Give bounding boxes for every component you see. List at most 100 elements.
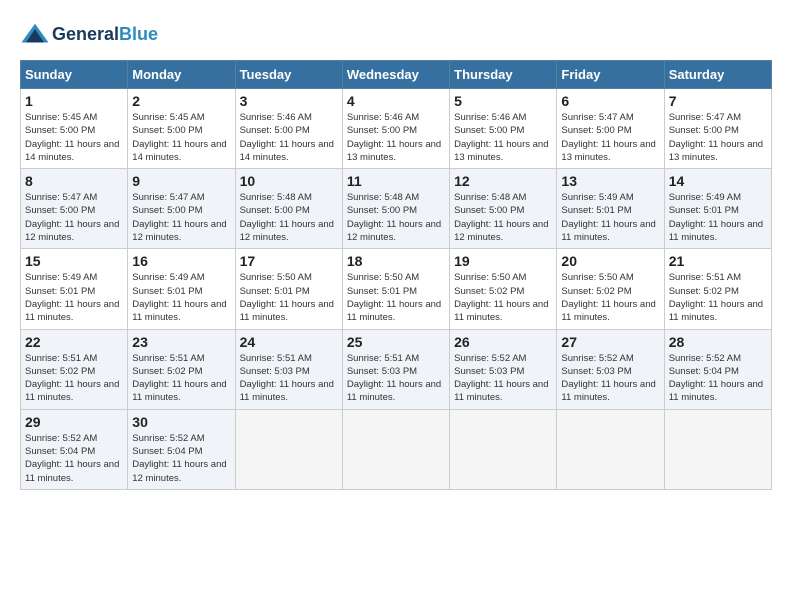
day-number: 20 [561,253,659,269]
weekday-header-saturday: Saturday [664,61,771,89]
calendar-cell [450,409,557,489]
day-number: 18 [347,253,445,269]
day-number: 15 [25,253,123,269]
calendar-cell: 22 Sunrise: 5:51 AMSunset: 5:02 PMDayligh… [21,329,128,409]
day-number: 30 [132,414,230,430]
calendar-cell: 21 Sunrise: 5:51 AMSunset: 5:02 PMDayligh… [664,249,771,329]
day-info: Sunrise: 5:48 AMSunset: 5:00 PMDaylight:… [240,191,338,244]
calendar-cell: 4 Sunrise: 5:46 AMSunset: 5:00 PMDaylight… [342,89,449,169]
day-number: 17 [240,253,338,269]
day-info: Sunrise: 5:51 AMSunset: 5:02 PMDaylight:… [669,271,767,324]
day-info: Sunrise: 5:49 AMSunset: 5:01 PMDaylight:… [25,271,123,324]
calendar-cell: 9 Sunrise: 5:47 AMSunset: 5:00 PMDaylight… [128,169,235,249]
day-info: Sunrise: 5:51 AMSunset: 5:03 PMDaylight:… [240,352,338,405]
day-info: Sunrise: 5:51 AMSunset: 5:03 PMDaylight:… [347,352,445,405]
day-info: Sunrise: 5:46 AMSunset: 5:00 PMDaylight:… [347,111,445,164]
day-info: Sunrise: 5:47 AMSunset: 5:00 PMDaylight:… [669,111,767,164]
calendar-cell: 19 Sunrise: 5:50 AMSunset: 5:02 PMDayligh… [450,249,557,329]
calendar-cell: 14 Sunrise: 5:49 AMSunset: 5:01 PMDayligh… [664,169,771,249]
day-info: Sunrise: 5:51 AMSunset: 5:02 PMDaylight:… [132,352,230,405]
calendar-cell: 28 Sunrise: 5:52 AMSunset: 5:04 PMDayligh… [664,329,771,409]
calendar-cell: 3 Sunrise: 5:46 AMSunset: 5:00 PMDaylight… [235,89,342,169]
day-number: 4 [347,93,445,109]
day-number: 10 [240,173,338,189]
calendar-cell: 29 Sunrise: 5:52 AMSunset: 5:04 PMDayligh… [21,409,128,489]
calendar-table: SundayMondayTuesdayWednesdayThursdayFrid… [20,60,772,490]
calendar-cell: 10 Sunrise: 5:48 AMSunset: 5:00 PMDayligh… [235,169,342,249]
day-number: 27 [561,334,659,350]
calendar-cell: 16 Sunrise: 5:49 AMSunset: 5:01 PMDayligh… [128,249,235,329]
calendar-cell: 8 Sunrise: 5:47 AMSunset: 5:00 PMDaylight… [21,169,128,249]
calendar-cell: 1 Sunrise: 5:45 AMSunset: 5:00 PMDaylight… [21,89,128,169]
day-info: Sunrise: 5:50 AMSunset: 5:01 PMDaylight:… [240,271,338,324]
day-info: Sunrise: 5:49 AMSunset: 5:01 PMDaylight:… [669,191,767,244]
day-info: Sunrise: 5:52 AMSunset: 5:04 PMDaylight:… [669,352,767,405]
calendar-cell: 30 Sunrise: 5:52 AMSunset: 5:04 PMDayligh… [128,409,235,489]
day-info: Sunrise: 5:52 AMSunset: 5:03 PMDaylight:… [454,352,552,405]
calendar-cell [664,409,771,489]
day-number: 29 [25,414,123,430]
day-number: 19 [454,253,552,269]
day-number: 22 [25,334,123,350]
day-number: 14 [669,173,767,189]
day-number: 7 [669,93,767,109]
day-number: 12 [454,173,552,189]
day-number: 13 [561,173,659,189]
calendar-cell: 18 Sunrise: 5:50 AMSunset: 5:01 PMDayligh… [342,249,449,329]
day-info: Sunrise: 5:46 AMSunset: 5:00 PMDaylight:… [240,111,338,164]
weekday-header-tuesday: Tuesday [235,61,342,89]
weekday-header-thursday: Thursday [450,61,557,89]
day-info: Sunrise: 5:49 AMSunset: 5:01 PMDaylight:… [561,191,659,244]
day-info: Sunrise: 5:47 AMSunset: 5:00 PMDaylight:… [132,191,230,244]
page-header: GeneralBlue [20,20,772,50]
day-number: 1 [25,93,123,109]
day-info: Sunrise: 5:51 AMSunset: 5:02 PMDaylight:… [25,352,123,405]
day-number: 5 [454,93,552,109]
weekday-header-monday: Monday [128,61,235,89]
calendar-cell: 17 Sunrise: 5:50 AMSunset: 5:01 PMDayligh… [235,249,342,329]
calendar-cell [557,409,664,489]
logo: GeneralBlue [20,20,158,50]
day-info: Sunrise: 5:52 AMSunset: 5:04 PMDaylight:… [25,432,123,485]
day-info: Sunrise: 5:48 AMSunset: 5:00 PMDaylight:… [347,191,445,244]
calendar-cell: 27 Sunrise: 5:52 AMSunset: 5:03 PMDayligh… [557,329,664,409]
day-info: Sunrise: 5:52 AMSunset: 5:04 PMDaylight:… [132,432,230,485]
calendar-cell [235,409,342,489]
day-number: 21 [669,253,767,269]
day-number: 26 [454,334,552,350]
calendar-cell: 23 Sunrise: 5:51 AMSunset: 5:02 PMDayligh… [128,329,235,409]
day-number: 2 [132,93,230,109]
day-number: 23 [132,334,230,350]
calendar-cell: 13 Sunrise: 5:49 AMSunset: 5:01 PMDayligh… [557,169,664,249]
day-info: Sunrise: 5:45 AMSunset: 5:00 PMDaylight:… [132,111,230,164]
calendar-cell: 20Sunrise: 5:50 AMSunset: 5:02 PMDayligh… [557,249,664,329]
weekday-header-sunday: Sunday [21,61,128,89]
calendar-cell: 24 Sunrise: 5:51 AMSunset: 5:03 PMDayligh… [235,329,342,409]
day-info: Sunrise: 5:50 AMSunset: 5:01 PMDaylight:… [347,271,445,324]
day-info: Sunrise: 5:48 AMSunset: 5:00 PMDaylight:… [454,191,552,244]
calendar-cell: 25 Sunrise: 5:51 AMSunset: 5:03 PMDayligh… [342,329,449,409]
day-info: Sunrise: 5:47 AMSunset: 5:00 PMDaylight:… [561,111,659,164]
day-number: 16 [132,253,230,269]
day-number: 11 [347,173,445,189]
day-info: Sunrise: 5:46 AMSunset: 5:00 PMDaylight:… [454,111,552,164]
calendar-cell: 15 Sunrise: 5:49 AMSunset: 5:01 PMDayligh… [21,249,128,329]
calendar-cell: 26 Sunrise: 5:52 AMSunset: 5:03 PMDayligh… [450,329,557,409]
day-number: 9 [132,173,230,189]
day-number: 8 [25,173,123,189]
calendar-cell: 12 Sunrise: 5:48 AMSunset: 5:00 PMDayligh… [450,169,557,249]
day-info: Sunrise: 5:49 AMSunset: 5:01 PMDaylight:… [132,271,230,324]
calendar-cell: 5 Sunrise: 5:46 AMSunset: 5:00 PMDaylight… [450,89,557,169]
calendar-cell: 2 Sunrise: 5:45 AMSunset: 5:00 PMDaylight… [128,89,235,169]
logo-text: GeneralBlue [52,24,158,46]
day-info: Sunrise: 5:50 AMSunset: 5:02 PMDaylight:… [454,271,552,324]
day-number: 3 [240,93,338,109]
day-number: 24 [240,334,338,350]
day-info: Sunrise: 5:52 AMSunset: 5:03 PMDaylight:… [561,352,659,405]
day-info: Sunrise: 5:47 AMSunset: 5:00 PMDaylight:… [25,191,123,244]
day-number: 6 [561,93,659,109]
day-info: Sunrise: 5:45 AMSunset: 5:00 PMDaylight:… [25,111,123,164]
day-number: 28 [669,334,767,350]
calendar-cell: 11 Sunrise: 5:48 AMSunset: 5:00 PMDayligh… [342,169,449,249]
day-number: 25 [347,334,445,350]
